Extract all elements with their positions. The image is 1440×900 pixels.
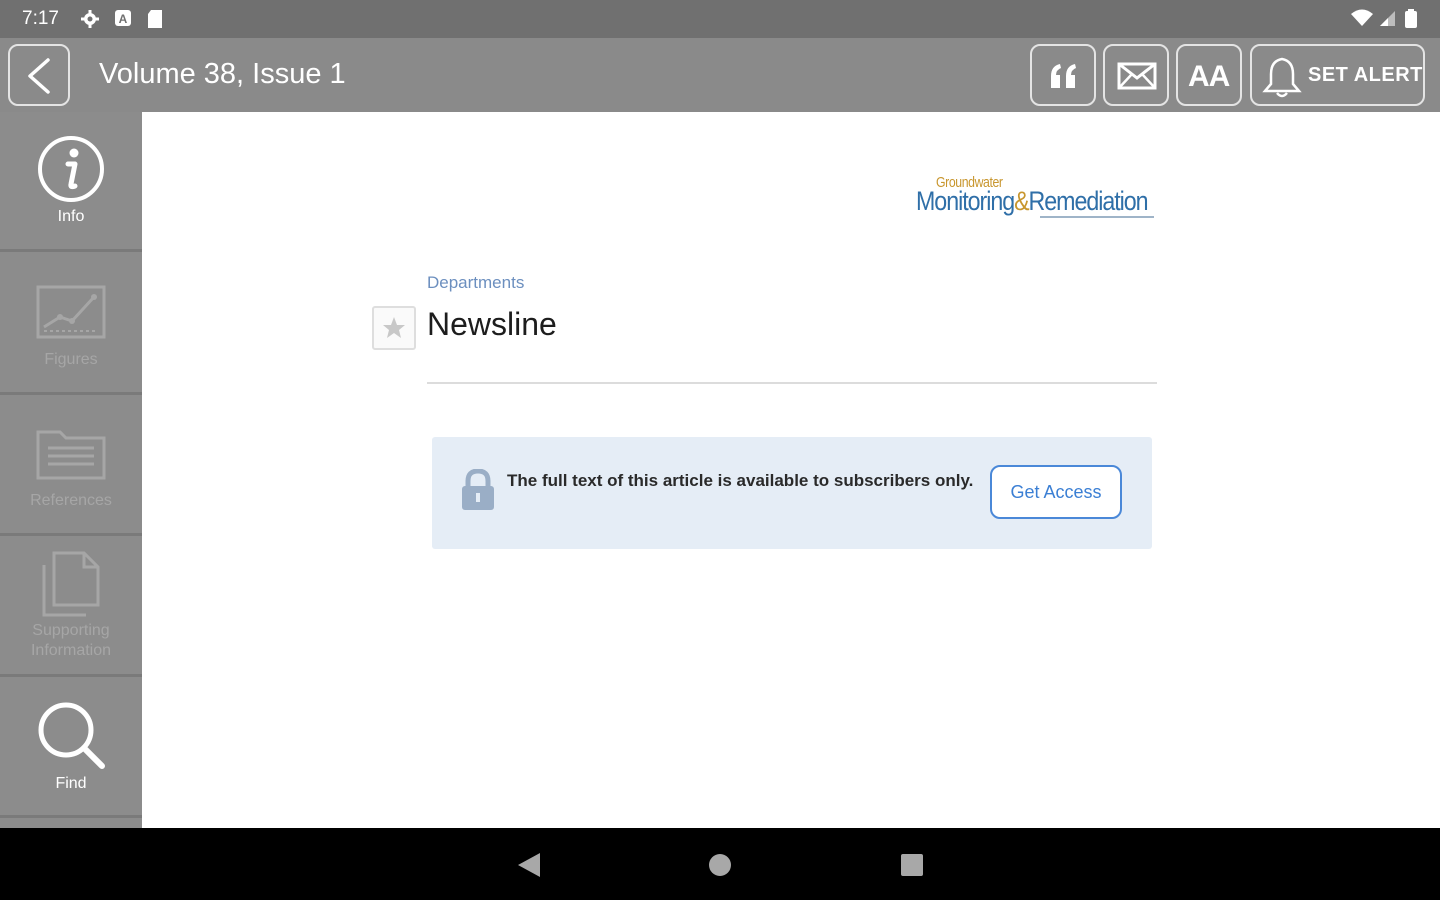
access-notice: The full text of this article is availab… — [432, 437, 1152, 549]
system-nav-bar — [0, 828, 1440, 900]
article-title: Newsline — [427, 306, 557, 342]
wifi-icon — [1351, 9, 1373, 26]
sidebar-item-label: Info — [57, 208, 85, 225]
get-access-button[interactable]: Get Access — [990, 465, 1122, 519]
folder-icon — [36, 430, 106, 480]
quote-icon — [1051, 64, 1076, 88]
sidebar-item-label: References — [30, 492, 112, 509]
article-content: Groundwater Monitoring&Remediation Depar… — [142, 112, 1440, 828]
sidebar-item-supporting-information[interactable]: Supporting Information — [0, 537, 142, 677]
lock-icon — [462, 469, 494, 510]
favorite-button[interactable] — [372, 306, 416, 350]
status-time: 7:17 — [22, 8, 59, 29]
nav-back-icon[interactable] — [516, 852, 542, 878]
signal-icon — [1380, 11, 1395, 26]
set-alert-button[interactable]: SET ALERT — [1250, 44, 1425, 106]
svg-text:A: A — [119, 12, 128, 26]
status-bar: 7:17 A — [0, 0, 1440, 38]
sidebar-item-find[interactable]: Find — [0, 678, 142, 818]
app-toolbar: Volume 38, Issue 1 AA SET ALERT — [0, 38, 1440, 112]
settings-icon — [81, 10, 99, 28]
nav-recents-icon[interactable] — [900, 853, 924, 877]
documents-icon — [42, 551, 100, 617]
nav-home-icon[interactable] — [708, 853, 732, 877]
sidebar-item-figures[interactable]: Figures — [0, 255, 142, 395]
notification-icon: A — [115, 10, 131, 26]
info-icon — [38, 136, 104, 202]
journal-logo: Groundwater Monitoring&Remediation — [916, 174, 1156, 222]
sidebar-item-label: Find — [55, 775, 87, 792]
sd-card-icon — [148, 10, 162, 28]
sidebar-item-label: Figures — [44, 351, 98, 368]
font-size-button[interactable]: AA — [1176, 44, 1242, 106]
star-icon — [383, 317, 405, 338]
email-button[interactable] — [1103, 44, 1169, 106]
sidebar-item-label: Supporting Information — [30, 622, 112, 659]
sidebar-item-references[interactable]: References — [0, 396, 142, 536]
font-size-icon: AA — [1188, 60, 1230, 93]
set-alert-label: SET ALERT — [1308, 64, 1423, 86]
battery-icon — [1405, 9, 1417, 28]
sidebar: Info Figures References Supporting Infor… — [0, 112, 142, 828]
back-button[interactable] — [8, 44, 70, 106]
bell-icon — [1262, 57, 1302, 98]
mail-icon — [1117, 62, 1157, 90]
sidebar-item-info[interactable]: Info — [0, 112, 142, 252]
chart-icon — [36, 285, 106, 339]
chevron-left-icon — [28, 58, 50, 94]
access-message: The full text of this article is availab… — [507, 471, 974, 490]
page-title: Volume 38, Issue 1 — [99, 58, 346, 90]
cite-button[interactable] — [1030, 44, 1096, 106]
search-icon — [38, 702, 105, 769]
divider — [427, 382, 1157, 384]
article-category[interactable]: Departments — [427, 273, 524, 293]
